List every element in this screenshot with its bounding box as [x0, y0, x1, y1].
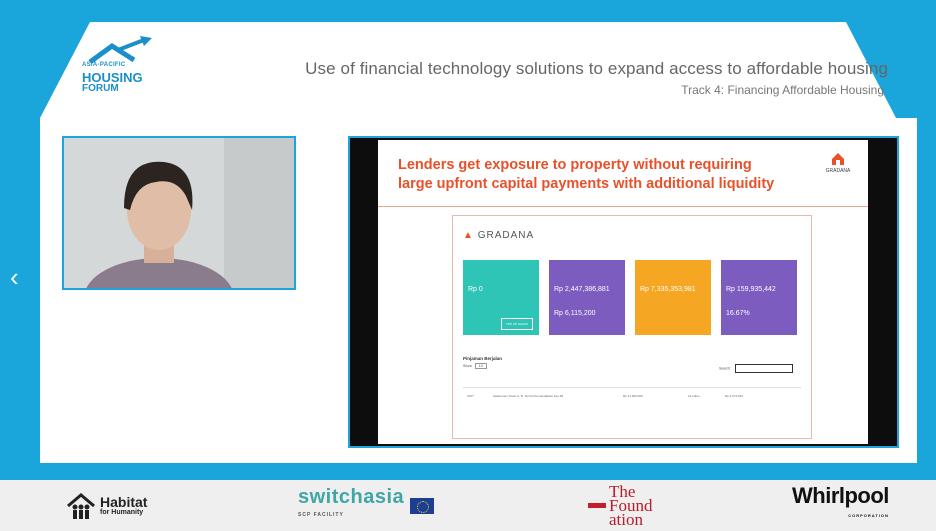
switchasia-subtext: SCP FACILITY: [298, 511, 344, 518]
table-header: [463, 378, 801, 388]
foundation-mark-icon: [588, 503, 606, 508]
logo-forum-text: FORUM: [82, 83, 119, 94]
row-cell-4: 12 bulan: [688, 394, 700, 398]
balance-card: Rp 0 TOP UP SALDO: [463, 260, 539, 335]
table-search: Search:: [719, 364, 793, 373]
whirlpool-text: Whirlpool: [792, 482, 889, 508]
gradana-logo-text: GRADANA: [825, 168, 851, 174]
app-logo: ▲ GRADANA: [463, 230, 534, 241]
app-logo-text: GRADANA: [477, 230, 535, 241]
slide-content: Lenders get exposure to property without…: [378, 140, 868, 444]
slide-divider: [378, 206, 868, 207]
table-show-control: Show 10: [463, 363, 487, 369]
total-value-2: Rp 6,115,200: [554, 310, 596, 317]
show-label: Show: [463, 364, 472, 368]
search-input: [735, 364, 793, 373]
return-percent: 16.67%: [726, 310, 750, 317]
habitat-logo: Habitat for Humanity: [66, 480, 147, 531]
return-value: Rp 159,935,442: [726, 286, 776, 293]
whirlpool-subtext: CORPORATION: [848, 512, 889, 518]
total-value: Rp 2,447,386,881: [554, 286, 610, 293]
total-card: Rp 2,447,386,881 Rp 6,115,200: [549, 260, 625, 335]
session-track: Track 4: Financing Affordable Housing: [681, 83, 884, 97]
whirlpool-logo: Whirlpool CORPORATION: [792, 480, 889, 531]
gradana-logo: GRADANA: [818, 152, 858, 174]
orange-value: Rp 7,335,353,981: [640, 286, 696, 293]
return-card: Rp 159,935,442 16.67%: [721, 260, 797, 335]
foundation-logo: The Found ation: [588, 480, 669, 531]
balance-value: Rp 0: [468, 286, 483, 293]
row-cell-3: Rp 21,960,000: [623, 394, 643, 398]
orange-card: Rp 7,335,353,981: [635, 260, 711, 335]
row-cell-1: UNIT: [467, 394, 474, 398]
habitat-text: Habitat: [100, 493, 148, 510]
forum-logo: ASIA-PACIFIC HOUSING FORUM: [82, 60, 143, 94]
habitat-subtext: for Humanity: [100, 508, 144, 516]
row-cell-5: Rp 4,074,542: [725, 394, 744, 398]
chevron-left-icon[interactable]: ‹: [10, 262, 24, 292]
presentation-slide: Lenders get exposure to property without…: [348, 136, 899, 448]
app-logo-icon: ▲: [463, 230, 474, 241]
eu-flag-icon: [410, 497, 435, 514]
habitat-house-icon: [67, 492, 95, 519]
table-row: UNIT Apartemen Tower A, B, Terr1st Keman…: [463, 392, 801, 401]
session-title: Use of financial technology solutions to…: [305, 59, 888, 78]
sponsor-footer: Habitat for Humanity switchasia SCP FACI…: [0, 480, 936, 531]
switchasia-logo: switchasia SCP FACILITY: [298, 480, 435, 531]
gradana-logo-icon: [832, 153, 844, 165]
foundation-text: The Found ation: [609, 481, 653, 529]
table-title: Pinjaman Berjalan: [463, 356, 503, 361]
search-label: Search:: [718, 366, 732, 371]
slide-title: Lenders get exposure to property without…: [398, 157, 775, 192]
speaker-video: [62, 136, 296, 290]
app-screenshot: ▲ GRADANA Rp 0 TOP UP SALDO Rp 2,447,386…: [452, 215, 812, 439]
show-value: 10: [474, 363, 487, 369]
speaker-image: [64, 138, 294, 288]
row-cell-2: Apartemen Tower A, B, Terr1st Kemandalaa…: [493, 394, 564, 398]
top-up-button: TOP UP SALDO: [501, 318, 533, 330]
